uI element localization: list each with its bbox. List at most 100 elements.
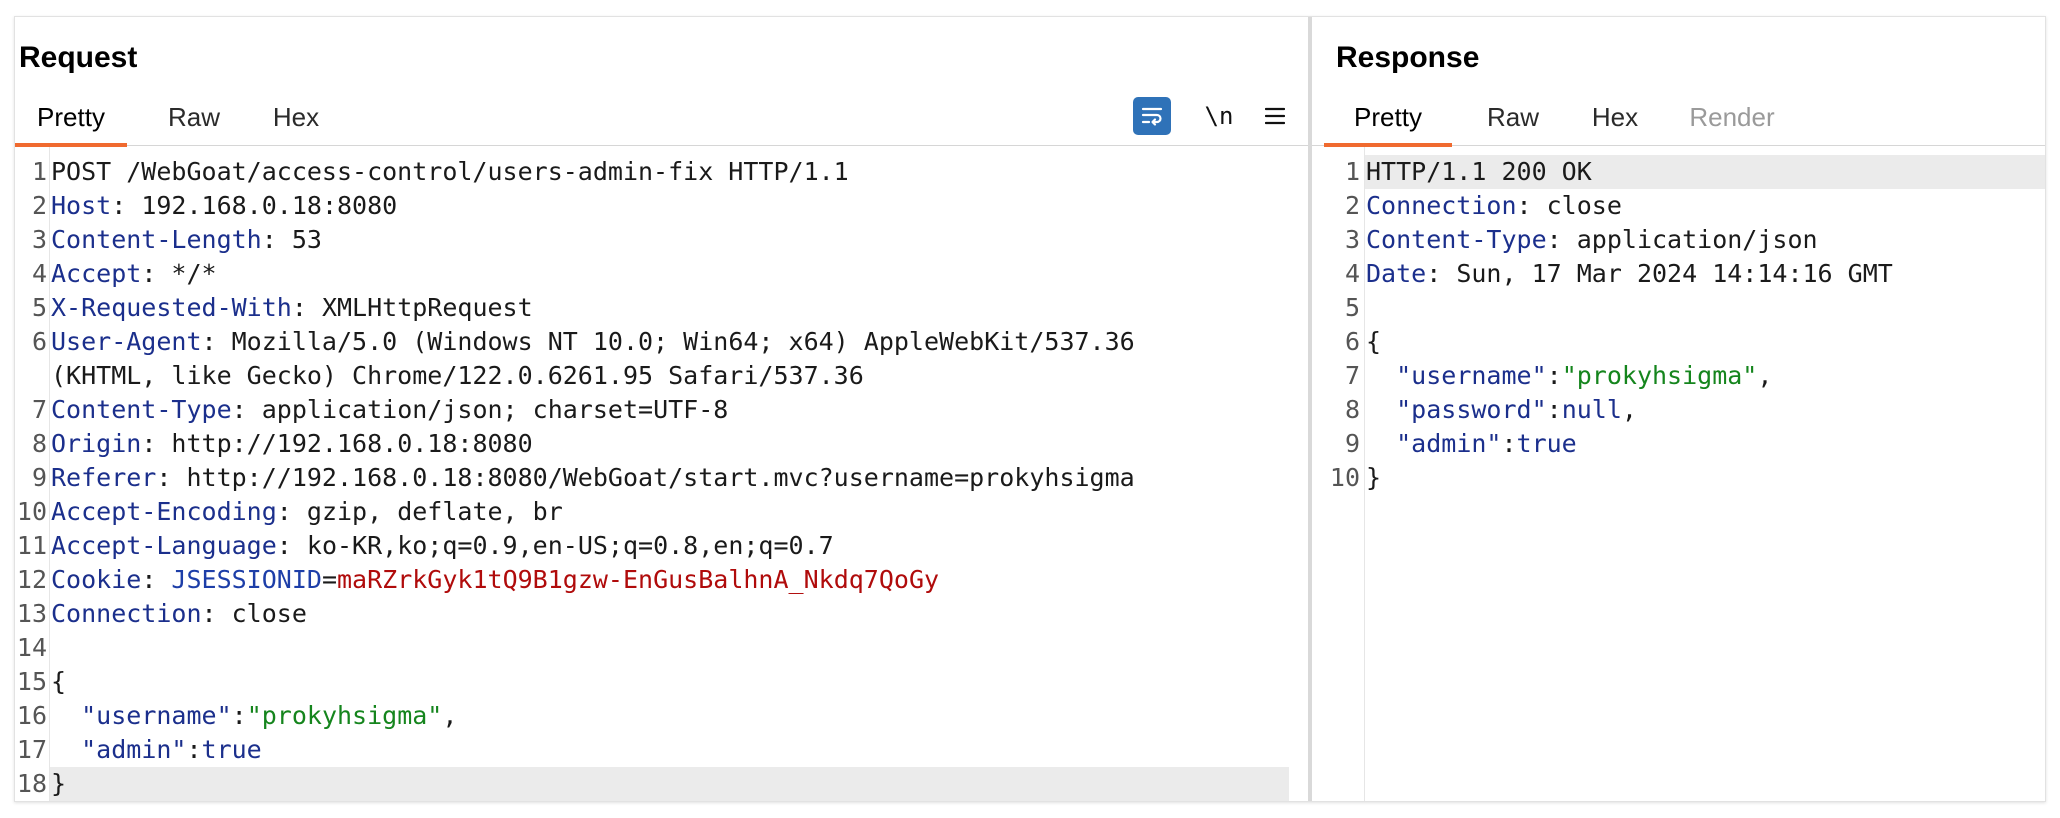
line-content: { xyxy=(1366,325,1381,359)
code-line: 5 X-Requested-With: XMLHttpRequest xyxy=(15,291,1309,325)
cookie-name: JSESSIONID xyxy=(171,565,322,594)
line-number: 11 xyxy=(16,531,47,560)
line-content: Host: 192.168.0.18:8080 xyxy=(51,189,397,223)
line-number: 7 xyxy=(1344,361,1360,390)
header-separator: : xyxy=(141,565,172,594)
line-content: X-Requested-With: XMLHttpRequest xyxy=(51,291,533,325)
header-name: User-Agent xyxy=(51,327,202,356)
header-separator: : xyxy=(201,327,232,356)
line-number: 2 xyxy=(31,191,47,220)
code-line: 17 "admin":true xyxy=(15,733,1309,767)
code-line: 7 "username":"prokyhsigma", xyxy=(1312,359,2045,393)
line-number: 10 xyxy=(1329,463,1360,492)
line-number: 8 xyxy=(31,429,47,458)
header-value: gzip, deflate, br xyxy=(306,497,563,526)
line-content: (KHTML, like Gecko) Chrome/122.0.6261.95… xyxy=(51,359,864,393)
line-content: } xyxy=(1366,461,1381,495)
code-line: 9 "admin":true xyxy=(1312,427,2045,461)
line-number: 17 xyxy=(16,735,47,764)
json-key: "admin" xyxy=(1396,429,1502,458)
line-number: 3 xyxy=(31,225,47,254)
line-number: 14 xyxy=(16,633,47,662)
code-line: 5 xyxy=(1312,291,2045,325)
response-pane: Response Pretty Raw Hex Render 1 HTTP/1.1… xyxy=(1312,17,2045,801)
plain-text: } xyxy=(1366,463,1382,492)
line-content: Origin: http://192.168.0.18:8080 xyxy=(51,427,533,461)
word-wrap-toggle-button[interactable] xyxy=(1133,97,1171,135)
line-content: "username":"prokyhsigma", xyxy=(51,699,457,733)
header-name: X-Requested-With xyxy=(51,293,292,322)
editor-menu-button[interactable] xyxy=(1255,97,1295,135)
line-content: Content-Type: application/json; charset=… xyxy=(51,393,728,427)
line-content: User-Agent: Mozilla/5.0 (Windows NT 10.0… xyxy=(51,325,1135,359)
show-newlines-button[interactable]: \n xyxy=(1197,97,1241,135)
code-line: 3 Content-Type: application/json xyxy=(1312,223,2045,257)
header-value: close xyxy=(1546,191,1622,220)
header-value: close xyxy=(231,599,307,628)
header-separator: : xyxy=(156,463,187,492)
request-tab-raw[interactable]: Raw xyxy=(147,89,241,145)
code-line: 10 Accept-Encoding: gzip, deflate, br xyxy=(15,495,1309,529)
line-content: "password":null, xyxy=(1366,393,1637,427)
json-key: "password" xyxy=(1396,395,1547,424)
line-number: 15 xyxy=(16,667,47,696)
request-tab-hex[interactable]: Hex xyxy=(255,89,337,145)
header-separator: : xyxy=(231,395,262,424)
header-value: application/json xyxy=(1576,225,1818,254)
header-separator: : xyxy=(1546,225,1577,254)
json-colon: : xyxy=(1546,361,1562,390)
json-literal-value: true xyxy=(201,735,262,764)
line-number: 2 xyxy=(1344,191,1360,220)
code-line: 13 Connection: close xyxy=(15,597,1309,631)
json-colon: : xyxy=(1546,395,1562,424)
code-line: 6{ xyxy=(1312,325,2045,359)
header-name: Host xyxy=(51,191,112,220)
header-separator: : xyxy=(111,191,142,220)
line-number: 4 xyxy=(31,259,47,288)
code-line: 18} xyxy=(15,767,1309,801)
response-tab-pretty[interactable]: Pretty xyxy=(1324,89,1452,147)
code-line: 11 Accept-Language: ko-KR,ko;q=0.9,en-US;… xyxy=(15,529,1309,563)
json-trailing-comma: , xyxy=(1757,361,1773,390)
code-line: 2 Host: 192.168.0.18:8080 xyxy=(15,189,1309,223)
line-content: Accept: */* xyxy=(51,257,217,291)
header-value: http://192.168.0.18:8080/WebGoat/start.m… xyxy=(186,463,1135,492)
line-number: 12 xyxy=(16,565,47,594)
line-content: Connection: close xyxy=(1366,189,1622,223)
http-message-viewer: Request Pretty Raw Hex \n 1 POST /WebGoat… xyxy=(14,16,2046,802)
cookie-value: maRZrkGyk1tQ9B1gzw-EnGusBalhnA_Nkdq7QoGy xyxy=(337,565,940,594)
code-line: 14 xyxy=(15,631,1309,665)
line-number: 16 xyxy=(16,701,47,730)
code-line: 1 POST /WebGoat/access-control/users-admi… xyxy=(15,155,1309,189)
hamburger-menu-icon xyxy=(1265,107,1285,125)
code-line: 4 Date: Sun, 17 Mar 2024 14:14:16 GMT xyxy=(1312,257,2045,291)
header-separator: : xyxy=(201,599,232,628)
line-number: 3 xyxy=(1344,225,1360,254)
line-number: 9 xyxy=(31,463,47,492)
response-editor[interactable]: 1 HTTP/1.1 200 OK 2 Connection: close 3 Conte… xyxy=(1312,147,2045,801)
code-line: 8 Origin: http://192.168.0.18:8080 xyxy=(15,427,1309,461)
code-line: 8 "password":null, xyxy=(1312,393,2045,427)
code-line: 2 Connection: close xyxy=(1312,189,2045,223)
json-literal-value: true xyxy=(1516,429,1577,458)
header-separator: : xyxy=(291,293,322,322)
response-tab-raw[interactable]: Raw xyxy=(1466,89,1560,145)
line-number: 5 xyxy=(31,293,47,322)
request-editor[interactable]: 1 POST /WebGoat/access-control/users-admi… xyxy=(15,147,1309,801)
response-tab-render[interactable]: Render xyxy=(1672,89,1792,145)
request-tab-pretty[interactable]: Pretty xyxy=(15,89,127,147)
header-name: Accept-Encoding xyxy=(51,497,277,526)
plain-text: (KHTML, like Gecko) Chrome/122.0.6261.95… xyxy=(51,361,864,390)
line-content: POST /WebGoat/access-control/users-admin… xyxy=(51,155,849,189)
response-tab-hex[interactable]: Hex xyxy=(1574,89,1656,145)
header-value: http://192.168.0.18:8080 xyxy=(171,429,533,458)
json-string-value: "prokyhsigma" xyxy=(1561,361,1758,390)
line-number: 9 xyxy=(1344,429,1360,458)
code-line: 15{ xyxy=(15,665,1309,699)
plain-text: HTTP/1.1 200 OK xyxy=(1366,157,1592,186)
json-key: "username" xyxy=(81,701,232,730)
request-title: Request xyxy=(19,41,138,74)
